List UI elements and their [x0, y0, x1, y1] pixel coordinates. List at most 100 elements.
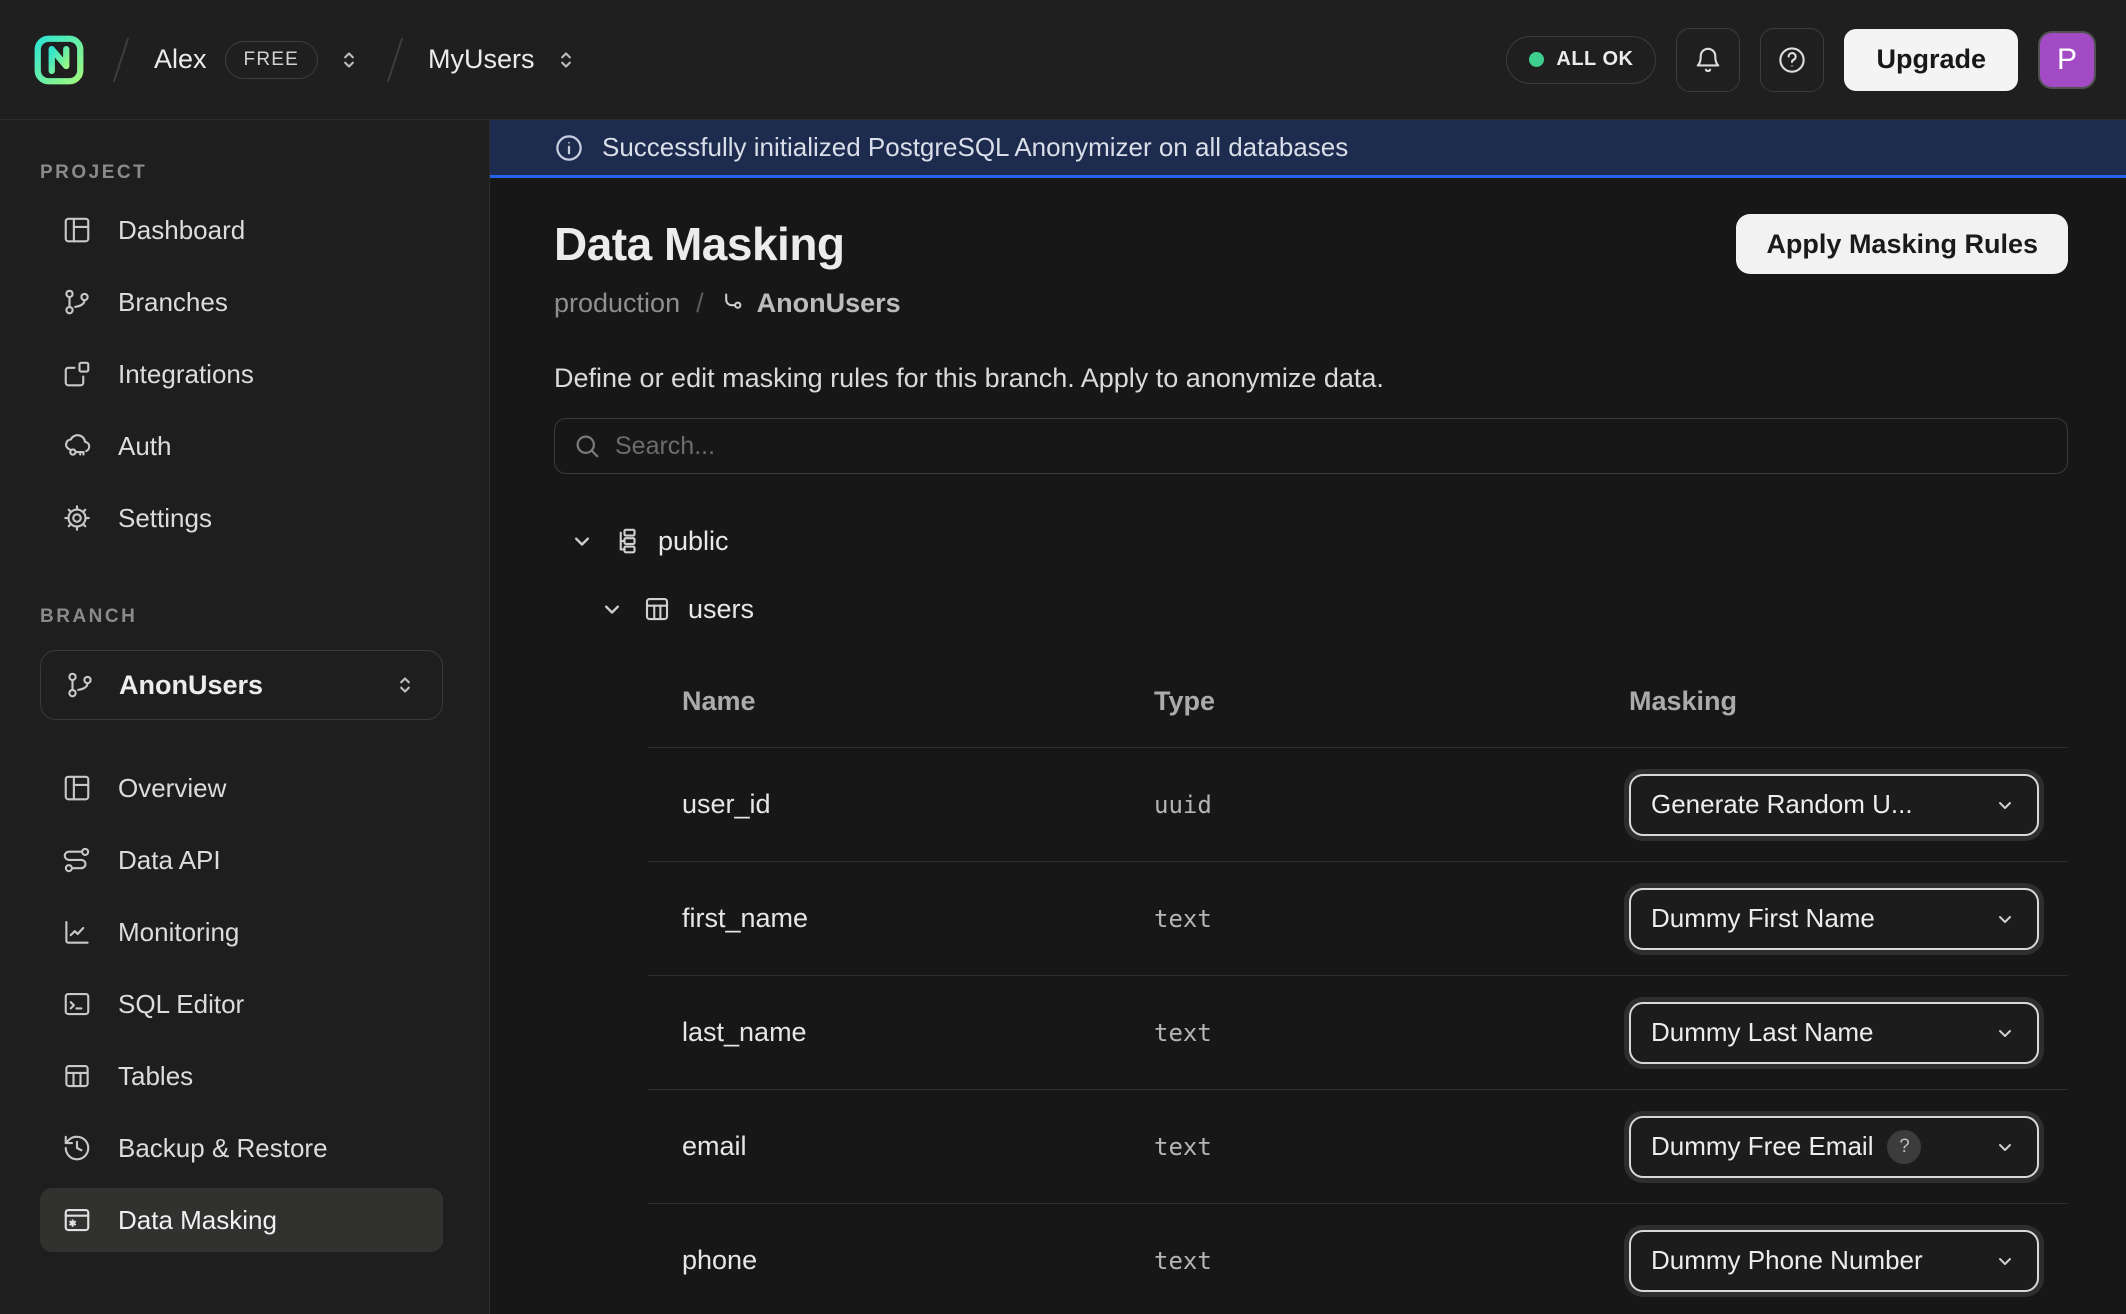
sidebar-item-branches[interactable]: Branches [40, 270, 443, 334]
apply-masking-rules-button[interactable]: Apply Masking Rules [1736, 214, 2068, 274]
branch-nav: Overview Data API Monitoring SQL Editor … [40, 756, 443, 1252]
search [554, 418, 2068, 474]
sidebar-item-auth[interactable]: Auth [40, 414, 443, 478]
table-header-row: Name Type Masking [648, 656, 2068, 748]
column-name: email [648, 1131, 1154, 1162]
sidebar-item-label: SQL Editor [118, 989, 244, 1020]
branch-section-label: BRANCH [40, 606, 443, 628]
settings-icon [62, 503, 92, 533]
branch-selector[interactable]: AnonUsers [40, 650, 443, 720]
integrations-icon [62, 359, 92, 389]
table-icon [642, 594, 672, 624]
banner-message: Successfully initialized PostgreSQL Anon… [602, 132, 1348, 163]
sidebar-item-label: Overview [118, 773, 226, 804]
masking-rules-table: Name Type Masking user_id uuid Generate … [648, 656, 2068, 1314]
chevron-down-icon [1993, 1135, 2017, 1159]
help-badge[interactable]: ? [1887, 1130, 1921, 1164]
sidebar-item-label: Data Masking [118, 1205, 277, 1236]
masking-rule-value: Dummy Last Name [1651, 1017, 1874, 1048]
masking-rule-select[interactable]: Dummy Last Name [1629, 1002, 2039, 1064]
breadcrumb: production / AnonUsers [554, 288, 2068, 319]
sidebar: PROJECT Dashboard Branches Integrations … [0, 120, 490, 1314]
project-section-label: PROJECT [40, 162, 443, 184]
backup-restore-icon [62, 1133, 92, 1163]
sidebar-item-settings[interactable]: Settings [40, 486, 443, 550]
masking-rule-value: Generate Random U... [1651, 789, 1913, 820]
project-switcher[interactable]: MyUsers [428, 44, 579, 75]
breadcrumb-branch-label: AnonUsers [757, 288, 901, 319]
monitoring-icon [62, 917, 92, 947]
tree-node-table[interactable]: users [584, 588, 2068, 630]
status-dot [1529, 52, 1544, 67]
project-nav: Dashboard Branches Integrations Auth Set… [40, 198, 443, 550]
data-masking-icon [62, 1205, 92, 1235]
sidebar-item-label: Settings [118, 503, 212, 534]
tables-icon [62, 1061, 92, 1091]
info-icon [554, 133, 584, 163]
masking-rule-select[interactable]: Dummy Phone Number [1629, 1230, 2039, 1292]
sidebar-item-data-api[interactable]: Data API [40, 828, 443, 892]
column-header-masking: Masking [1629, 686, 2068, 717]
sidebar-item-label: Backup & Restore [118, 1133, 328, 1164]
avatar[interactable]: P [2038, 31, 2096, 89]
org-name: Alex [154, 44, 207, 75]
chevrons-updown-icon [336, 47, 362, 73]
breadcrumb-branch[interactable]: AnonUsers [720, 288, 901, 319]
help-icon [1777, 45, 1807, 75]
chevron-down-icon[interactable] [568, 527, 596, 555]
column-header-name: Name [648, 686, 1154, 717]
page-description: Define or edit masking rules for this br… [554, 363, 2068, 394]
sidebar-item-data-masking[interactable]: Data Masking [40, 1188, 443, 1252]
column-type: text [1154, 1133, 1629, 1161]
breadcrumb-separator: / [696, 288, 704, 319]
tree-node-schema[interactable]: public [554, 520, 2068, 562]
chevron-down-icon [1993, 907, 2017, 931]
sidebar-item-overview[interactable]: Overview [40, 756, 443, 820]
org-switcher[interactable]: Alex FREE [154, 41, 362, 79]
status-badge[interactable]: ALL OK [1506, 36, 1656, 84]
schema-tree: public users [554, 520, 2068, 630]
upgrade-button[interactable]: Upgrade [1844, 29, 2018, 91]
masking-rule-value: Dummy Phone Number [1651, 1245, 1923, 1276]
chevrons-updown-icon [553, 47, 579, 73]
chevron-down-icon[interactable] [598, 595, 626, 623]
masking-rule-select[interactable]: Generate Random U... [1629, 774, 2039, 836]
schema-name: public [658, 526, 729, 557]
sidebar-item-label: Monitoring [118, 917, 239, 948]
sidebar-item-label: Branches [118, 287, 228, 318]
search-input[interactable] [554, 418, 2068, 474]
masking-rule-value: Dummy First Name [1651, 903, 1875, 934]
sidebar-item-label: Integrations [118, 359, 254, 390]
chevron-down-icon [1993, 1021, 2017, 1045]
chevron-down-icon [1993, 1249, 2017, 1273]
table-row: email text Dummy Free Email ? [648, 1090, 2068, 1204]
table-row: first_name text Dummy First Name [648, 862, 2068, 976]
data-api-icon [62, 845, 92, 875]
bell-icon [1693, 45, 1723, 75]
sidebar-item-label: Data API [118, 845, 221, 876]
schema-icon [612, 526, 642, 556]
sidebar-item-tables[interactable]: Tables [40, 1044, 443, 1108]
masking-rule-select[interactable]: Dummy Free Email ? [1629, 1116, 2039, 1178]
dashboard-icon [62, 215, 92, 245]
status-label: ALL OK [1556, 48, 1633, 71]
table-row: phone text Dummy Phone Number [648, 1204, 2068, 1314]
sidebar-item-backup-restore[interactable]: Backup & Restore [40, 1116, 443, 1180]
help-button[interactable] [1760, 28, 1824, 92]
search-icon [572, 431, 602, 461]
sidebar-item-dashboard[interactable]: Dashboard [40, 198, 443, 262]
table-row: user_id uuid Generate Random U... [648, 748, 2068, 862]
column-header-type: Type [1154, 686, 1629, 717]
branches-icon [62, 287, 92, 317]
auth-icon [62, 431, 92, 461]
sidebar-item-integrations[interactable]: Integrations [40, 342, 443, 406]
sidebar-item-sql-editor[interactable]: SQL Editor [40, 972, 443, 1036]
sql-editor-icon [62, 989, 92, 1019]
neon-logo[interactable] [30, 31, 88, 89]
column-type: text [1154, 1019, 1629, 1047]
divider-slash [387, 37, 403, 81]
notifications-button[interactable] [1676, 28, 1740, 92]
masking-rule-select[interactable]: Dummy First Name [1629, 888, 2039, 950]
sidebar-item-monitoring[interactable]: Monitoring [40, 900, 443, 964]
breadcrumb-parent[interactable]: production [554, 288, 680, 319]
